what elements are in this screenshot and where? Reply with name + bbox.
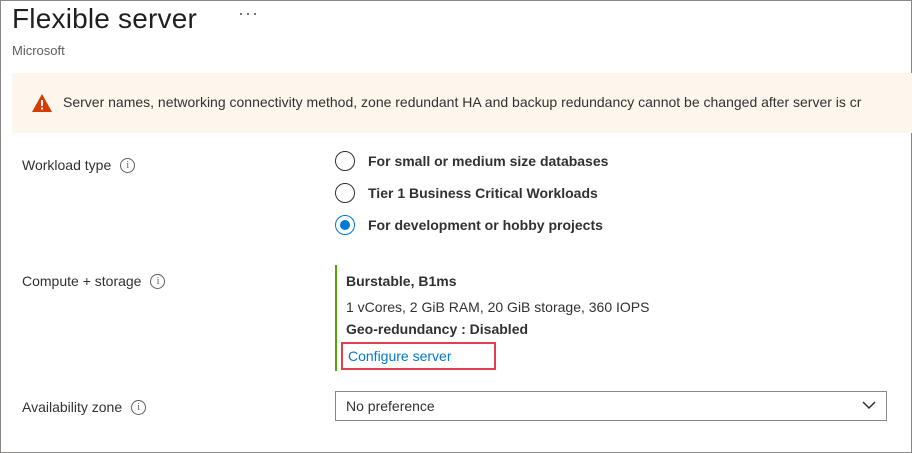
radio-button-selected[interactable] [335,215,355,235]
radio-option-development[interactable]: For development or hobby projects [335,215,603,235]
workload-type-label-text: Workload type [22,157,112,173]
workload-type-label: Workload type i [22,157,136,173]
info-icon[interactable]: i [150,273,166,289]
radio-option-tier1[interactable]: Tier 1 Business Critical Workloads [335,183,598,203]
radio-button[interactable] [335,183,355,203]
radio-button[interactable] [335,151,355,171]
geo-redundancy-status: Geo-redundancy : Disabled [346,321,529,337]
radio-option-small-medium[interactable]: For small or medium size databases [335,151,608,171]
compute-summary: Burstable, B1ms 1 vCores, 2 GiB RAM, 20 … [335,265,697,371]
page-title: Flexible server [12,3,198,34]
availability-zone-label: Availability zone i [22,399,147,415]
warning-banner: Server names, networking connectivity me… [12,73,912,133]
compute-specs: 1 vCores, 2 GiB RAM, 20 GiB storage, 360… [346,299,650,315]
availability-zone-dropdown[interactable]: No preference [335,391,887,421]
chevron-down-icon [862,401,876,410]
info-icon[interactable]: i [120,157,136,173]
compute-storage-label: Compute + storage i [22,273,166,289]
availability-zone-label-text: Availability zone [22,399,123,415]
info-icon[interactable]: i [131,399,147,415]
radio-label[interactable]: For small or medium size databases [368,153,608,169]
configure-server-link[interactable]: Configure server [341,342,496,370]
warning-icon [32,94,52,112]
compute-storage-label-text: Compute + storage [22,273,142,289]
warning-text: Server names, networking connectivity me… [63,94,862,110]
radio-label[interactable]: Tier 1 Business Critical Workloads [368,185,598,201]
radio-label[interactable]: For development or hobby projects [368,217,603,233]
page-subtitle: Microsoft [12,43,65,58]
more-options-button[interactable]: ··· [238,3,259,24]
compute-tier: Burstable, B1ms [346,273,457,289]
dropdown-selected-value: No preference [346,398,435,414]
page-header: Flexible server [12,3,197,35]
